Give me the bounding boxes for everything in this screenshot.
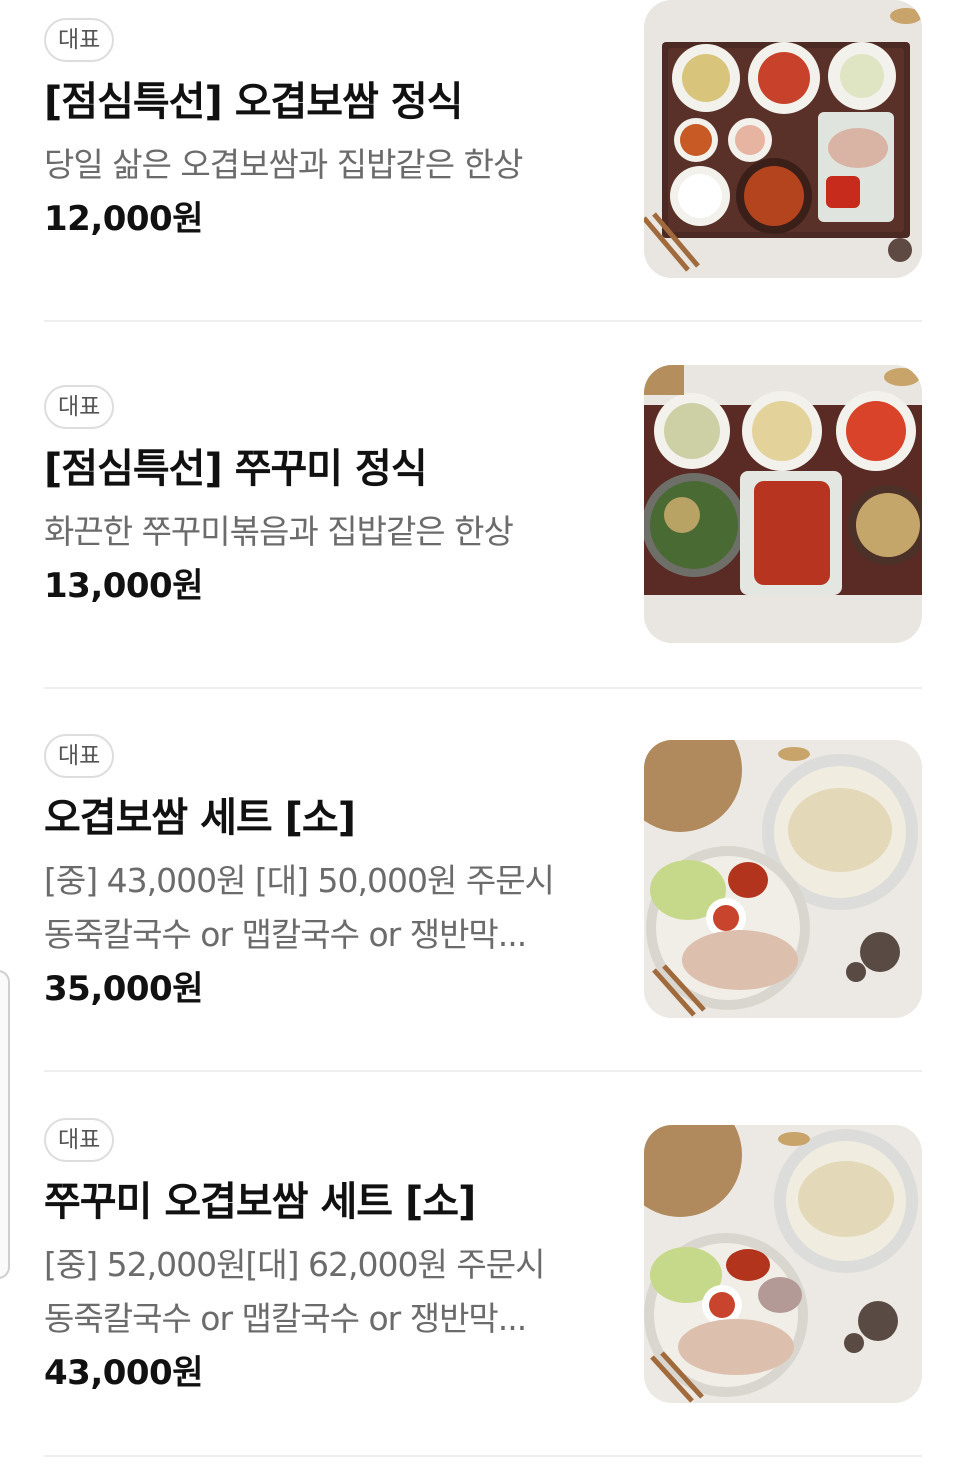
description-line: 화끈한 쭈꾸미볶음과 집밥같은 한상 — [44, 512, 514, 551]
menu-item-description: [중] 43,000원 [대] 50,000원 주문시 동죽칼국수 or 맵칼국… — [44, 854, 604, 962]
menu-item-description: 화끈한 쭈꾸미볶음과 집밥같은 한상 — [44, 505, 604, 559]
lunch-set-bossam-photo[interactable] — [644, 0, 922, 278]
menu-item[interactable]: 대표 쭈꾸미 오겹보쌈 세트 [소] [중] 52,000원[대] 62,000… — [44, 1118, 922, 1418]
description-line: [중] 43,000원 [대] 50,000원 주문시 — [44, 861, 555, 900]
signature-badge: 대표 — [44, 734, 115, 778]
lunch-set-jjukkumi-photo[interactable] — [644, 365, 922, 643]
signature-badge: 대표 — [44, 1118, 115, 1162]
item-divider — [44, 320, 922, 322]
menu-item[interactable]: 대표 오겹보쌈 세트 [소] [중] 43,000원 [대] 50,000원 주… — [44, 734, 922, 1034]
signature-badge: 대표 — [44, 385, 115, 429]
menu-item-price: 13,000원 — [44, 566, 203, 606]
item-divider — [44, 1070, 922, 1072]
item-divider — [44, 1455, 922, 1457]
menu-item-price: 43,000원 — [44, 1353, 203, 1393]
jjukkumi-bossam-set-photo[interactable] — [644, 1125, 922, 1403]
description-line: 동죽칼국수 or 맵칼국수 or 쟁반막... — [44, 1299, 527, 1338]
description-line: [중] 52,000원[대] 62,000원 주문시 — [44, 1245, 545, 1284]
menu-item[interactable]: 대표 [점심특선] 오겹보쌈 정식 당일 삶은 오겹보쌈과 집밥같은 한상 12… — [44, 0, 922, 280]
menu-item-description: 당일 삶은 오겹보쌈과 집밥같은 한상 — [44, 138, 604, 192]
menu-item-title: 오겹보쌈 세트 [소] — [44, 795, 356, 841]
menu-item-text: 대표 오겹보쌈 세트 [소] [중] 43,000원 [대] 50,000원 주… — [44, 734, 604, 1012]
bossam-set-photo[interactable] — [644, 740, 922, 1018]
menu-item-title: 쭈꾸미 오겹보쌈 세트 [소] — [44, 1179, 476, 1225]
item-divider — [44, 687, 922, 689]
menu-item-description: [중] 52,000원[대] 62,000원 주문시 동죽칼국수 or 맵칼국수… — [44, 1238, 604, 1346]
menu-item-price: 12,000원 — [44, 199, 203, 239]
menu-item-text: 대표 쭈꾸미 오겹보쌈 세트 [소] [중] 52,000원[대] 62,000… — [44, 1118, 604, 1396]
description-line: 당일 삶은 오겹보쌈과 집밥같은 한상 — [44, 145, 523, 184]
scroll-handle[interactable] — [0, 970, 10, 1279]
menu-item-title: [점심특선] 오겹보쌈 정식 — [44, 79, 463, 125]
signature-badge: 대표 — [44, 18, 115, 62]
menu-item-price: 35,000원 — [44, 969, 203, 1009]
menu-item-text: 대표 [점심특선] 쭈꾸미 정식 화끈한 쭈꾸미볶음과 집밥같은 한상 13,0… — [44, 385, 604, 609]
description-line: 동죽칼국수 or 맵칼국수 or 쟁반막... — [44, 915, 527, 954]
menu-item-title: [점심특선] 쭈꾸미 정식 — [44, 446, 428, 492]
menu-item[interactable]: 대표 [점심특선] 쭈꾸미 정식 화끈한 쭈꾸미볶음과 집밥같은 한상 13,0… — [44, 365, 922, 647]
menu-item-text: 대표 [점심특선] 오겹보쌈 정식 당일 삶은 오겹보쌈과 집밥같은 한상 12… — [44, 18, 604, 242]
